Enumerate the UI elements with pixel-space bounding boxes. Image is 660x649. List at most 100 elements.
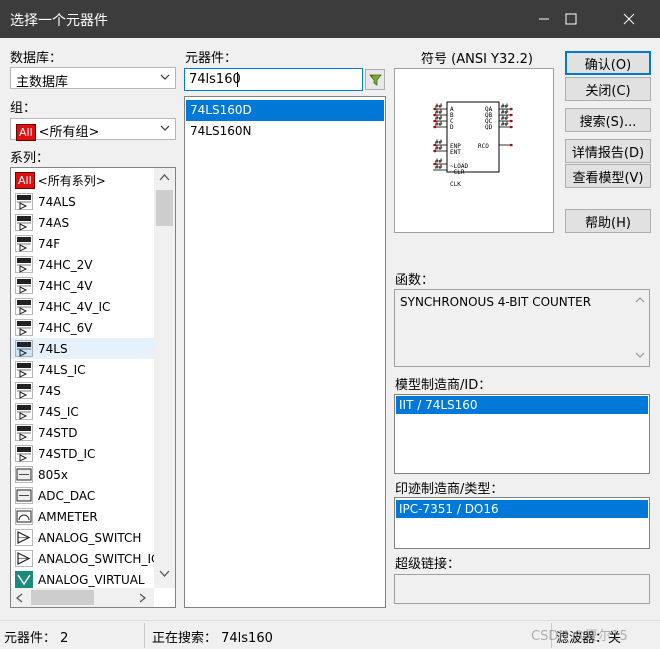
- function-label: 函数：: [395, 273, 435, 288]
- family-item[interactable]: 74STD: [11, 422, 154, 443]
- family-item-label: 74AS: [38, 215, 70, 230]
- family-item[interactable]: 74HC_2V: [11, 254, 154, 275]
- family-item[interactable]: 74F: [11, 233, 154, 254]
- component-item[interactable]: 74LS160D: [186, 100, 384, 121]
- component-label: 元器件：: [185, 51, 238, 66]
- scroll-down-arrow-icon[interactable]: [635, 352, 645, 359]
- family-item-label: ANALOG_SWITCH: [38, 530, 142, 545]
- family-scroll-thumb[interactable]: [156, 190, 173, 226]
- model-mfr-item[interactable]: IIT / 74LS160: [396, 396, 648, 414]
- scroll-down-arrow-icon[interactable]: [159, 570, 170, 578]
- search-button[interactable]: 搜索(S)...: [565, 108, 651, 132]
- svg-text:~CLR: ~CLR: [450, 169, 465, 176]
- family-item-label: 74F: [38, 236, 61, 251]
- watermark: CSDN @夏尔15: [531, 629, 628, 644]
- close-window-button[interactable]: [606, 0, 652, 38]
- title-bar[interactable]: 选择一个元器件: [0, 0, 660, 38]
- symbol-label: 符号 (ANSI Y32.2): [421, 52, 533, 67]
- status-bar: 元器件： 2 正在搜索： 74ls160 滤波器：关 CSDN @夏尔15: [0, 620, 660, 649]
- scroll-up-arrow-icon[interactable]: [159, 173, 170, 181]
- group-select[interactable]: All <所有组>: [10, 118, 176, 141]
- family-item[interactable]: ADC_DAC: [11, 485, 154, 506]
- analog-switch-icon: [15, 550, 33, 567]
- svg-text:D: D: [450, 124, 454, 131]
- family-item[interactable]: 74HC_6V: [11, 317, 154, 338]
- family-item[interactable]: 74S: [11, 380, 154, 401]
- svg-text:ENT: ENT: [450, 149, 461, 156]
- svg-text:QD: QD: [485, 124, 493, 131]
- logic-74std-icon: [15, 445, 33, 462]
- svg-text:##: ##: [435, 121, 443, 128]
- component-search-input[interactable]: 74ls160: [184, 68, 363, 91]
- database-select[interactable]: 主数据库: [10, 67, 176, 90]
- family-item-label: ANALOG_VIRTUAL: [38, 572, 145, 587]
- analog-virtual-icon: [15, 571, 33, 588]
- family-item[interactable]: AMMETER: [11, 506, 154, 527]
- family-item[interactable]: ANALOG_SWITCH_IC: [11, 548, 159, 569]
- family-item[interactable]: ANALOG_SWITCH: [11, 527, 154, 548]
- all-badge-icon: All: [16, 124, 36, 141]
- family-item[interactable]: 74HC_4V_IC: [11, 296, 154, 317]
- filter-button[interactable]: [365, 69, 385, 90]
- logic-74hc-icon: [15, 298, 33, 315]
- family-list[interactable]: All <所有系列> 74ALS 74AS 74F 74HC_2V 74HC_4V 74HC_…: [10, 167, 176, 608]
- family-item[interactable]: 74LS_IC: [11, 359, 154, 380]
- function-value: SYNCHRONOUS 4-BIT COUNTER: [400, 295, 592, 309]
- family-item[interactable]: 74ALS: [11, 191, 154, 212]
- family-item[interactable]: 74AS: [11, 212, 154, 233]
- family-item-label: 74HC_4V_IC: [38, 299, 111, 314]
- family-item[interactable]: 74S_IC: [11, 401, 154, 422]
- text-caret: [237, 72, 238, 87]
- scroll-left-arrow-icon[interactable]: [15, 593, 23, 603]
- component-item[interactable]: 74LS160N: [186, 121, 384, 142]
- status-searching: 正在搜索： 74ls160: [152, 631, 273, 646]
- family-item-label: 74S_IC: [38, 404, 79, 419]
- family-label: 系列：: [10, 151, 50, 166]
- footprint-mfr-item[interactable]: IPC-7351 / DO16: [396, 500, 648, 518]
- window-title: 选择一个元器件: [10, 13, 108, 29]
- family-item-label: 74STD: [38, 425, 78, 440]
- family-item[interactable]: 74STD_IC: [11, 443, 154, 464]
- component-list[interactable]: 74LS160D 74LS160N: [184, 96, 386, 608]
- maximize-button[interactable]: [548, 0, 594, 38]
- ammeter-icon: [15, 508, 33, 525]
- close-button[interactable]: 关闭(C): [565, 77, 651, 101]
- svg-text:##: ##: [435, 145, 443, 152]
- function-vscrollbar[interactable]: [631, 290, 649, 366]
- model-mfr-label: 模型制造商/ID：: [395, 378, 492, 393]
- help-button[interactable]: 帮助(H): [565, 209, 651, 233]
- family-item-label: 74LS: [38, 341, 68, 356]
- close-icon: [623, 13, 635, 25]
- function-box: SYNCHRONOUS 4-BIT COUNTER: [394, 289, 650, 367]
- family-hscroll-thumb[interactable]: [31, 590, 94, 605]
- family-item[interactable]: ANALOG_VIRTUAL: [11, 569, 154, 590]
- ok-button[interactable]: 确认(O): [565, 51, 651, 75]
- logic-74ls-icon: [15, 361, 33, 378]
- counter-symbol-icon: #### #### #### #### #### #### AB CD ENPE…: [433, 101, 513, 188]
- family-item-label: 74HC_6V: [38, 320, 93, 335]
- logic-74s-icon: [15, 403, 33, 420]
- status-divider: [144, 623, 145, 648]
- scroll-right-arrow-icon[interactable]: [139, 593, 147, 603]
- view-model-button[interactable]: 查看模型(V): [565, 164, 651, 188]
- model-mfr-list[interactable]: IIT / 74LS160: [394, 394, 650, 474]
- family-item-label: 74ALS: [38, 194, 76, 209]
- family-item-label: 74HC_4V: [38, 278, 93, 293]
- family-item[interactable]: 805x: [11, 464, 154, 485]
- family-item[interactable]: 74LS: [11, 338, 154, 359]
- logic-74hc-icon: [15, 256, 33, 273]
- chevron-down-icon: [160, 74, 170, 80]
- family-item[interactable]: All <所有系列>: [11, 170, 154, 191]
- detail-report-button[interactable]: 详情报告(D): [565, 139, 651, 163]
- family-hscrollbar[interactable]: [11, 588, 154, 607]
- family-item-label: 805x: [38, 467, 69, 482]
- adc-dac-icon: [15, 487, 33, 504]
- scroll-up-arrow-icon[interactable]: [635, 296, 645, 303]
- family-item[interactable]: 74HC_4V: [11, 275, 154, 296]
- footprint-mfr-list[interactable]: IPC-7351 / DO16: [394, 497, 650, 549]
- family-vscrollbar[interactable]: [154, 168, 175, 588]
- logic-74ls-icon: [15, 340, 33, 357]
- family-item-label: ANALOG_SWITCH_IC: [38, 551, 160, 566]
- family-item-label: AMMETER: [38, 509, 98, 524]
- logic-74f-icon: [15, 235, 33, 252]
